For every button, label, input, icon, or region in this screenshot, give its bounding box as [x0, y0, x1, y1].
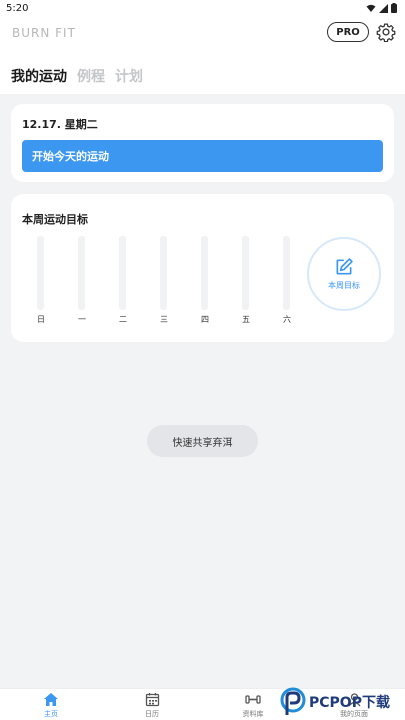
- day-bar: [119, 236, 126, 310]
- weekly-goal-label: 本周目标: [328, 281, 360, 290]
- weekly-goal-title: 本周运动目标: [22, 213, 88, 226]
- day-label: 二: [119, 315, 127, 324]
- weekly-goal-card: 本周运动目标 日 一 二 三 四 五 六 本周目标: [11, 194, 394, 342]
- nav-calendar-label: 日历: [145, 710, 159, 718]
- day-bar: [242, 236, 249, 310]
- day-column-thu: 四: [197, 236, 213, 326]
- pcpop-logo-icon: [280, 687, 306, 715]
- day-label: 六: [283, 315, 291, 324]
- tab-routine[interactable]: 例程: [77, 66, 105, 86]
- app-logo: BURN FIT: [12, 26, 76, 40]
- day-bar: [78, 236, 85, 310]
- day-bar: [160, 236, 167, 310]
- pro-button[interactable]: PRO: [327, 22, 369, 42]
- day-column-mon: 一: [74, 236, 90, 326]
- dumbbell-icon: [245, 695, 261, 704]
- day-column-sat: 六: [279, 236, 295, 326]
- today-card: 12.17. 星期二 开始今天的运动: [11, 104, 394, 182]
- weekly-bars: 日 一 二 三 四 五 六: [33, 236, 303, 326]
- day-bar: [37, 236, 44, 310]
- top-header: 5:20 BURN FIT PRO 我的运动 例程 计划: [0, 0, 405, 94]
- day-column-wed: 三: [156, 236, 172, 326]
- quick-share-button[interactable]: 快速共享弃洱: [147, 425, 258, 457]
- day-column-tue: 二: [115, 236, 131, 326]
- wifi-icon: [366, 4, 376, 12]
- day-label: 五: [242, 315, 250, 324]
- day-label: 四: [201, 315, 209, 324]
- nav-calendar[interactable]: 日历: [112, 689, 192, 720]
- day-label: 三: [160, 315, 168, 324]
- start-workout-button[interactable]: 开始今天的运动: [22, 140, 383, 172]
- watermark: PCPOP下载: [280, 684, 405, 720]
- nav-home[interactable]: 主页: [11, 689, 91, 720]
- day-label: 一: [78, 315, 86, 324]
- watermark-text: PCPOP下载: [309, 695, 390, 711]
- calendar-icon: [145, 693, 159, 707]
- day-column-fri: 五: [238, 236, 254, 326]
- weekly-goal-button[interactable]: 本周目标: [307, 237, 381, 311]
- day-column-sun: 日: [33, 236, 49, 326]
- day-label: 日: [37, 315, 45, 324]
- today-date: 12.17. 星期二: [22, 118, 98, 131]
- signal-icon: [379, 3, 388, 13]
- battery-icon: [391, 3, 397, 13]
- day-bar: [283, 236, 290, 310]
- status-time: 5:20: [6, 3, 29, 14]
- edit-icon: [336, 258, 353, 275]
- nav-library-label: 资料库: [242, 710, 264, 718]
- tab-bar: 我的运动 例程 计划: [11, 66, 143, 86]
- status-bar: 5:20: [0, 0, 405, 18]
- nav-home-label: 主页: [44, 710, 58, 718]
- tab-plan[interactable]: 计划: [115, 66, 143, 86]
- tab-my-workout[interactable]: 我的运动: [11, 66, 67, 86]
- settings-gear-icon[interactable]: [376, 22, 396, 42]
- day-bar: [201, 236, 208, 310]
- status-icons: [366, 3, 397, 13]
- home-icon: [44, 693, 58, 706]
